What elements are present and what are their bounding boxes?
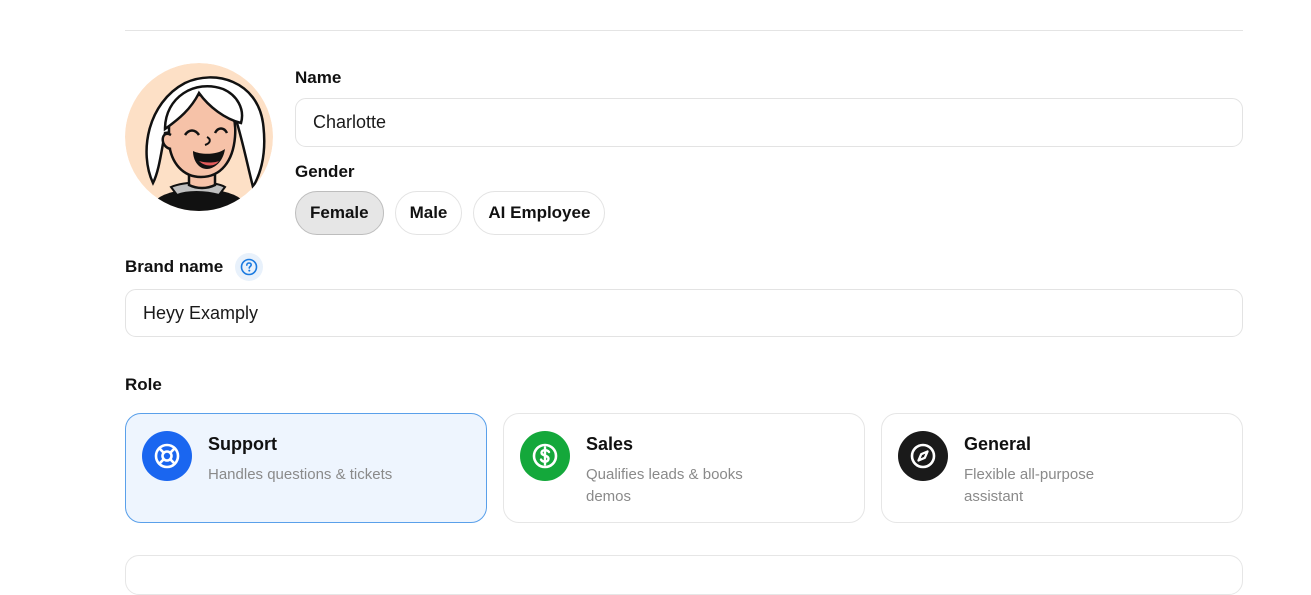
gender-options: Female Male AI Employee — [295, 191, 606, 235]
role-title: Support — [208, 434, 277, 454]
role-card-general[interactable]: General Flexible all-purpose assistant — [881, 413, 1243, 523]
role-title: General — [964, 434, 1032, 454]
gender-option-female[interactable]: Female — [295, 191, 384, 235]
brand-name-label: Brand name — [125, 257, 224, 276]
lifebuoy-icon — [142, 431, 192, 481]
next-section-card — [125, 555, 1243, 595]
avatar-illustration — [125, 63, 273, 211]
question-circle-icon[interactable] — [235, 253, 263, 281]
gender-option-male[interactable]: Male — [394, 191, 463, 235]
role-label: Role — [125, 375, 162, 394]
brand-name-input[interactable] — [125, 289, 1243, 337]
compass-icon — [898, 431, 948, 481]
role-title: Sales — [586, 434, 634, 454]
name-input[interactable] — [295, 98, 1243, 147]
dollar-circle-icon — [520, 431, 570, 481]
role-card-sales[interactable]: Sales Qualifies leads & books demos — [503, 413, 865, 523]
role-description: Flexible all-purpose assistant — [964, 466, 1095, 505]
gender-label: Gender — [295, 162, 355, 181]
role-card-support[interactable]: Support Handles questions & tickets — [125, 413, 487, 523]
name-label: Name — [295, 68, 342, 87]
role-description: Qualifies leads & books demos — [586, 466, 743, 505]
gender-option-ai-employee[interactable]: AI Employee — [473, 191, 606, 235]
role-description: Handles questions & tickets — [208, 466, 393, 483]
top-divider — [125, 30, 1243, 31]
avatar[interactable] — [125, 63, 273, 211]
